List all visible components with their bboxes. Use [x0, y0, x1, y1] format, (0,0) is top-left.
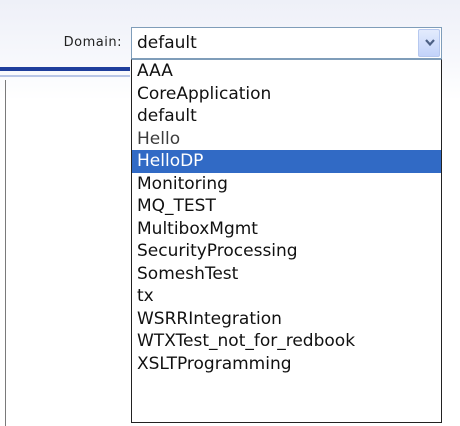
- header-divider: [0, 67, 130, 71]
- dropdown-option[interactable]: HelloDP: [132, 150, 441, 173]
- domain-label: Domain:: [63, 35, 122, 50]
- dropdown-option[interactable]: SecurityProcessing: [132, 240, 441, 263]
- dropdown-option[interactable]: default: [132, 105, 441, 128]
- header-divider-light: [0, 75, 130, 77]
- chevron-down-icon: [425, 39, 435, 47]
- dropdown-option[interactable]: Monitoring: [132, 173, 441, 196]
- domain-select[interactable]: default: [131, 27, 442, 59]
- domain-dropdown-list[interactable]: AAA CoreApplication default Hello HelloDP Mon…: [131, 59, 442, 423]
- dropdown-option[interactable]: MQ_TEST: [132, 195, 441, 218]
- dropdown-button[interactable]: [418, 29, 440, 57]
- dropdown-option[interactable]: SomeshTest: [132, 263, 441, 286]
- dropdown-option[interactable]: WTXTest_not_for_redbook: [132, 330, 441, 353]
- dropdown-option[interactable]: tx: [132, 285, 441, 308]
- dropdown-option[interactable]: XSLTProgramming: [132, 353, 441, 376]
- dropdown-option[interactable]: AAA: [132, 60, 441, 83]
- domain-select-value: default: [137, 33, 197, 53]
- dropdown-option[interactable]: CoreApplication: [132, 83, 441, 106]
- dropdown-option[interactable]: WSRRIntegration: [132, 308, 441, 331]
- content-frame-edge: [5, 80, 6, 426]
- dropdown-option[interactable]: Hello: [132, 128, 441, 151]
- dropdown-option[interactable]: MultiboxMgmt: [132, 218, 441, 241]
